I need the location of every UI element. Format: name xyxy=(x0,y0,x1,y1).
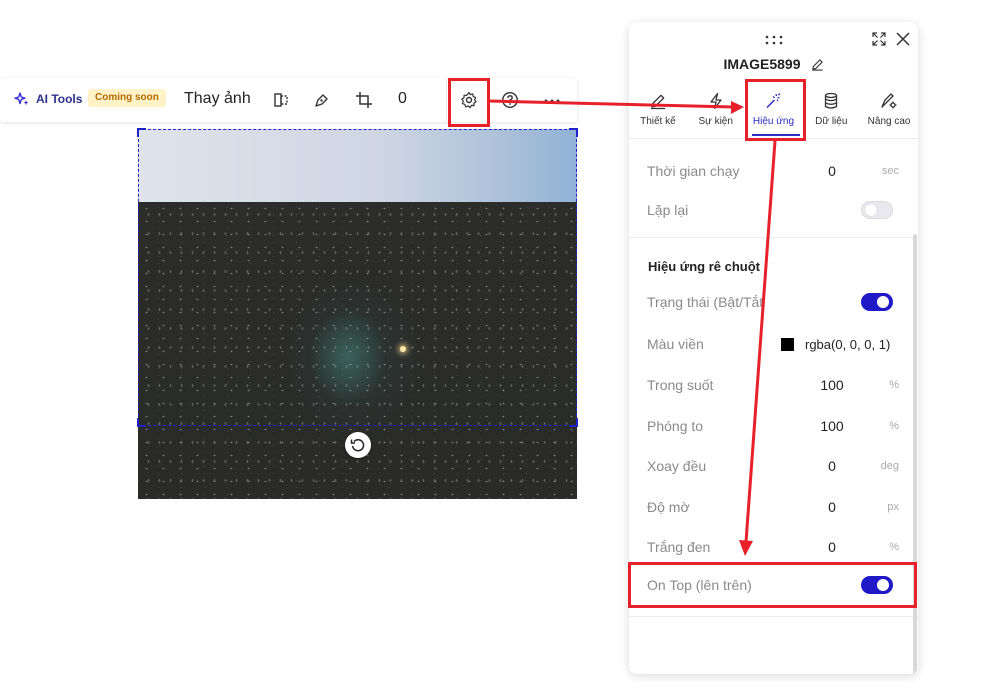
blur-unit: px xyxy=(887,501,899,513)
zoom-unit: % xyxy=(889,420,899,432)
rotate-input[interactable]: 0 xyxy=(807,458,857,474)
status-row: Trạng thái (Bật/Tắt xyxy=(647,291,899,313)
drag-handle-icon[interactable] xyxy=(765,34,783,48)
run-time-row: Thời gian chạy 0 sec xyxy=(647,160,899,182)
rotate-icon xyxy=(350,439,365,452)
flip-icon[interactable] xyxy=(271,90,291,110)
opacity-input[interactable]: 100 xyxy=(807,377,857,393)
resize-handle-top-right[interactable] xyxy=(569,128,578,137)
ai-tools-button[interactable]: AI Tools xyxy=(14,91,82,107)
section-divider xyxy=(629,237,918,238)
border-color-row: Màu viền rgba(0, 0, 0, 1) xyxy=(647,333,899,355)
close-icon[interactable] xyxy=(895,31,911,47)
tab-design[interactable]: Thiết kế xyxy=(630,88,686,136)
advanced-settings-icon xyxy=(881,93,897,109)
repeat-toggle[interactable] xyxy=(861,201,893,219)
rotate-row: Xoay đều 0 deg xyxy=(647,455,899,477)
rotation-value: 0 xyxy=(398,90,407,107)
opacity-unit: % xyxy=(889,379,899,391)
edit-icon xyxy=(650,94,665,110)
crop-icon[interactable] xyxy=(354,90,374,110)
ai-tools-label: AI Tools xyxy=(36,92,83,106)
resize-handle-top-left[interactable] xyxy=(137,128,146,137)
grayscale-input[interactable]: 0 xyxy=(807,539,857,555)
tab-advanced-label: Nâng cao xyxy=(867,116,911,127)
expand-icon[interactable] xyxy=(871,31,887,47)
run-time-input[interactable]: 0 xyxy=(807,163,857,179)
zoom-row: Phóng to 100 % xyxy=(647,415,899,437)
replace-image-button[interactable]: Thay ảnh xyxy=(184,90,251,108)
status-label: Trạng thái (Bật/Tắt xyxy=(647,294,764,310)
blur-row: Độ mờ 0 px xyxy=(647,496,899,518)
image-toolbar: AI Tools Coming soon Thay ảnh 0 xyxy=(0,78,577,122)
rename-pencil-icon[interactable] xyxy=(811,58,824,71)
tab-events-label: Sự kiện xyxy=(698,116,733,127)
panel-title: IMAGE5899 xyxy=(629,56,918,72)
grayscale-unit: % xyxy=(889,541,899,553)
hover-effects-title: Hiệu ứng rê chuột xyxy=(648,259,760,274)
panel-scrollbar[interactable] xyxy=(913,234,917,674)
opacity-row: Trong suốt 100 % xyxy=(647,374,899,396)
run-time-label: Thời gian chạy xyxy=(647,163,740,179)
border-color-label: Màu viền xyxy=(647,336,704,352)
color-swatch[interactable] xyxy=(781,338,794,351)
pen-tool-icon[interactable] xyxy=(312,90,332,110)
blur-label: Độ mờ xyxy=(647,499,690,515)
resize-handle-bottom-left[interactable] xyxy=(137,418,146,427)
zoom-label: Phóng to xyxy=(647,418,704,434)
opacity-label: Trong suốt xyxy=(647,377,714,393)
zoom-input[interactable]: 100 xyxy=(807,418,857,434)
border-color-value[interactable]: rgba(0, 0, 0, 1) xyxy=(805,337,890,352)
element-name: IMAGE5899 xyxy=(723,56,801,72)
toolbar-divider xyxy=(446,78,447,122)
rotate-unit: deg xyxy=(880,460,899,472)
grayscale-row: Trắng đen 0 % xyxy=(647,536,899,558)
tab-design-label: Thiết kế xyxy=(640,116,676,127)
tab-events[interactable]: Sự kiện xyxy=(688,88,744,136)
resize-handle-bottom-right[interactable] xyxy=(569,418,578,427)
highlight-effects-tab xyxy=(745,79,806,141)
tab-data-label: Dữ liệu xyxy=(815,116,848,127)
status-toggle[interactable] xyxy=(861,293,893,311)
more-icon[interactable] xyxy=(542,90,562,110)
rotate-label: Xoay đều xyxy=(647,458,707,474)
selection-frame[interactable] xyxy=(137,128,578,427)
database-icon xyxy=(825,92,838,109)
run-time-unit: sec xyxy=(881,165,899,177)
tab-advanced[interactable]: Nâng cao xyxy=(861,88,917,136)
grayscale-label: Trắng đen xyxy=(647,539,711,555)
coming-soon-badge: Coming soon xyxy=(88,89,166,107)
repeat-label: Lặp lại xyxy=(647,202,689,218)
highlight-gear xyxy=(448,78,490,127)
help-icon[interactable] xyxy=(500,90,520,110)
blur-input[interactable]: 0 xyxy=(807,499,857,515)
tab-data[interactable]: Dữ liệu xyxy=(803,88,859,136)
sparkle-icon xyxy=(14,92,29,106)
bottom-divider xyxy=(629,616,918,617)
lightning-icon xyxy=(710,92,722,110)
rotate-handle[interactable] xyxy=(345,432,371,458)
repeat-row: Lặp lại xyxy=(647,199,899,221)
highlight-on-top xyxy=(628,562,917,608)
